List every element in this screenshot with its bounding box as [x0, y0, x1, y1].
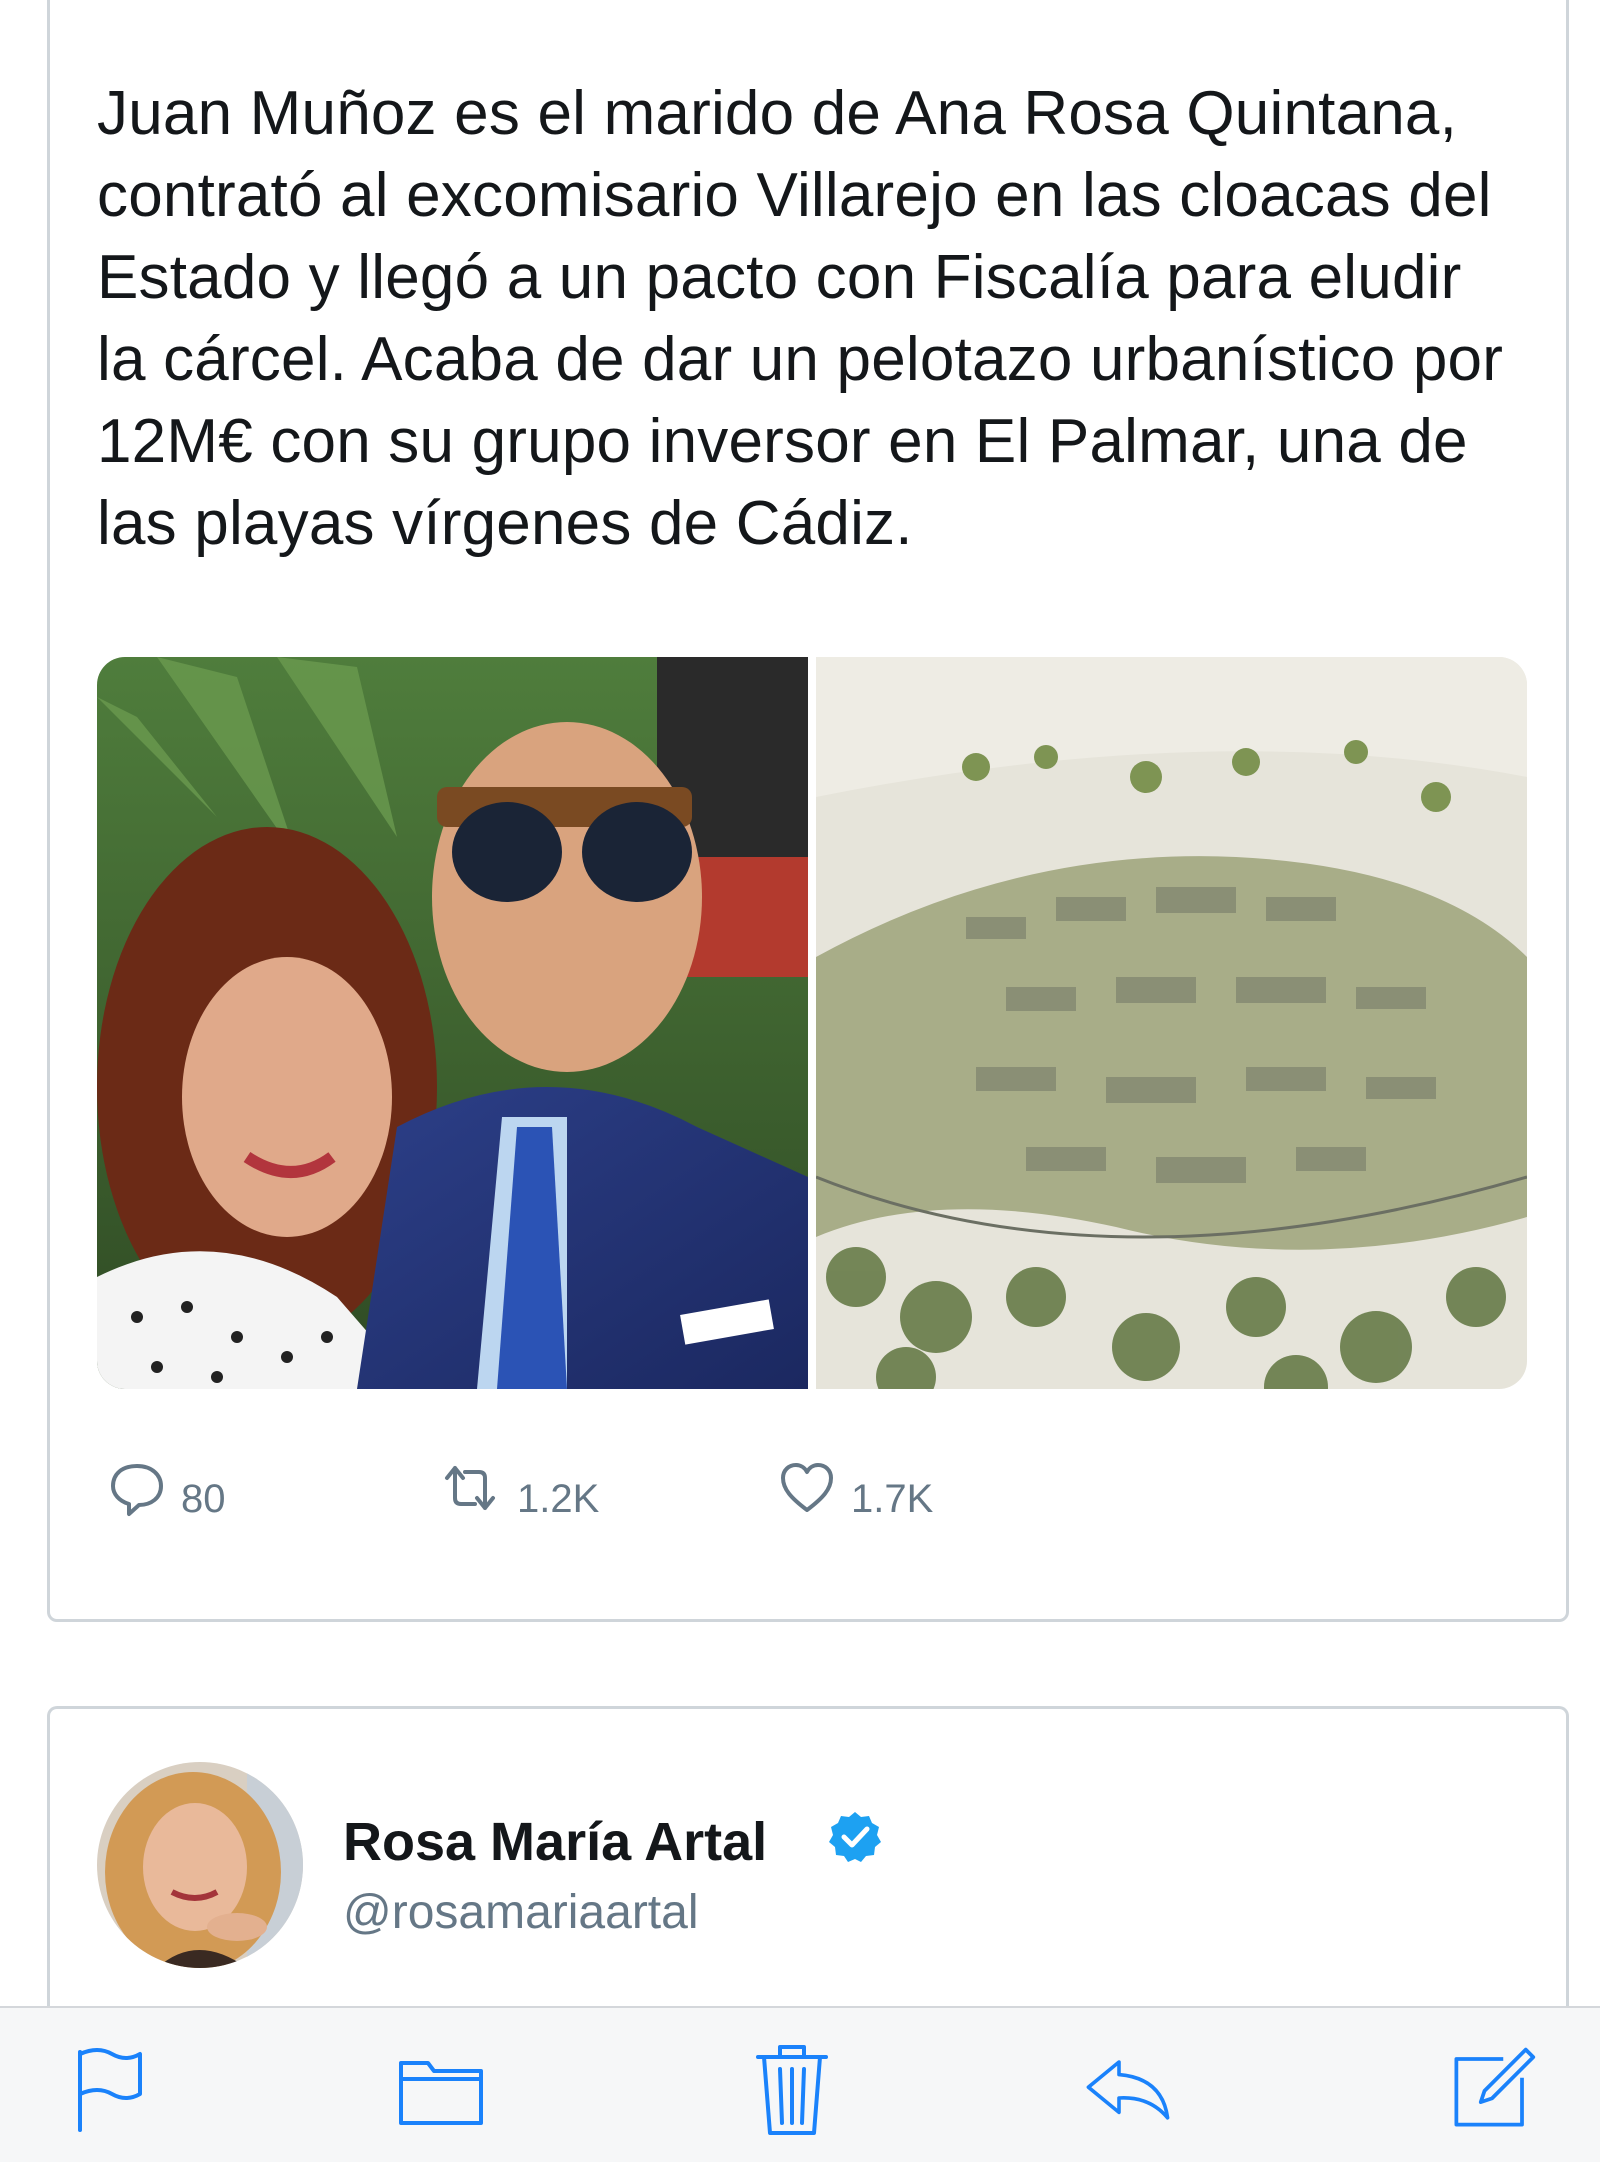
- avatar[interactable]: [97, 1762, 303, 1968]
- like-count: 1.7K: [851, 1476, 934, 1521]
- retweet-count: 1.2K: [517, 1476, 600, 1521]
- tweet-text: Juan Muñoz es el marido de Ana Rosa Quin…: [97, 79, 1504, 558]
- move-folder-button[interactable]: [396, 2044, 486, 2134]
- reply-button[interactable]: [1083, 2044, 1173, 2134]
- reply-arrow-icon: [1086, 2060, 1170, 2120]
- verified-badge-icon: [829, 1812, 881, 1862]
- trash-button[interactable]: [747, 2044, 837, 2135]
- author-handle[interactable]: @rosamariaartal: [343, 1885, 699, 1940]
- retweet-icon: [445, 1466, 495, 1510]
- like-action[interactable]: 1.7K: [777, 1453, 933, 1523]
- tweet-photo-rendering[interactable]: [816, 657, 1527, 1389]
- trash-icon: [756, 2045, 828, 2135]
- tweet-card[interactable]: Juan Muñoz es el marido de Ana Rosa Quin…: [47, 0, 1569, 1622]
- reply-action[interactable]: 80: [107, 1453, 226, 1523]
- tweet-actions: 80 1.2K 1.7K: [107, 1453, 1107, 1533]
- retweet-action[interactable]: 1.2K: [437, 1453, 599, 1523]
- flag-button[interactable]: [63, 2044, 153, 2134]
- flag-icon: [78, 2048, 142, 2132]
- compose-icon: [1454, 2047, 1536, 2127]
- reply-count: 80: [181, 1476, 226, 1521]
- tweet-media[interactable]: [97, 657, 1527, 1389]
- reply-icon: [111, 1464, 163, 1516]
- author-name[interactable]: Rosa María Artal: [343, 1811, 767, 1873]
- compose-button[interactable]: [1447, 2044, 1537, 2134]
- tweet-photo-couple[interactable]: [97, 657, 808, 1389]
- mail-toolbar: [0, 2006, 1600, 2162]
- heart-icon: [781, 1463, 833, 1512]
- folder-icon: [399, 2061, 483, 2125]
